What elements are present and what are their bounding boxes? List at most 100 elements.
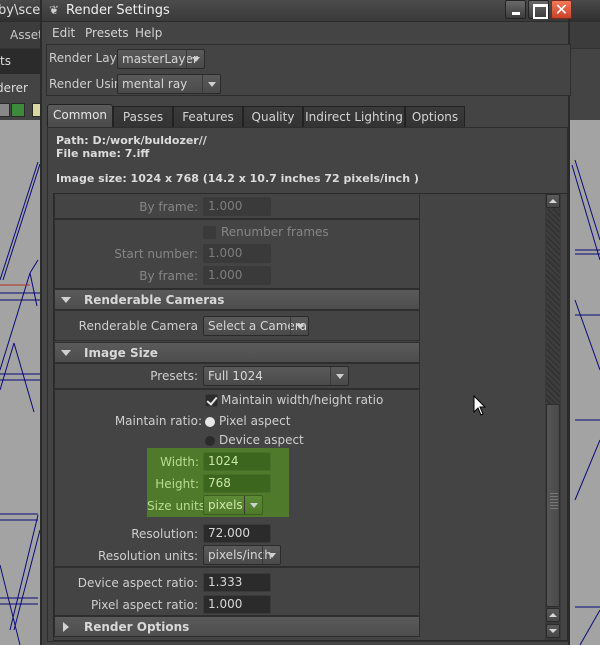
render-using-value: mental ray <box>122 77 188 91</box>
resolution-units-label: Resolution units: <box>97 549 198 563</box>
tab-label: Options <box>411 110 459 124</box>
image-size-info: Image size: 1024 x 768 (14.2 x 10.7 inch… <box>56 172 419 185</box>
chevron-down-icon <box>186 50 204 68</box>
menubar: Edit Presets Help <box>42 22 568 44</box>
renderable-cameras-header[interactable]: Renderable Cameras <box>54 289 420 310</box>
height-value: 768 <box>208 476 231 490</box>
tab-options[interactable]: Options <box>405 106 465 127</box>
background-panel-label: ts <box>0 49 40 75</box>
presets-row: Presets: Full 1024 <box>54 363 420 389</box>
image-size-section: Maintain width/height ratio Maintain rat… <box>54 389 420 567</box>
close-icon: ✕ <box>554 0 569 19</box>
expand-icon <box>63 622 69 632</box>
maintain-ratio-check-label: Maintain width/height ratio <box>221 393 384 407</box>
tab-quality[interactable]: Quality <box>243 106 303 127</box>
shape-icon[interactable] <box>11 103 25 117</box>
by-frame-2-value: 1.000 <box>208 268 243 282</box>
scroll-track[interactable] <box>546 209 560 404</box>
tab-label: Common <box>52 108 108 122</box>
resolution-label: Resolution: <box>131 527 198 541</box>
file-name-info: File name: 7.iff <box>56 147 150 160</box>
background-renderer-label: derer <box>0 81 28 95</box>
section-title: Image Size <box>84 346 158 360</box>
tab-label: Quality <box>251 110 295 124</box>
renderable-camera-dropdown[interactable]: Select a Camera <box>203 316 309 336</box>
grip-icon <box>550 493 558 511</box>
tab-label: Passes <box>122 110 164 124</box>
chevron-down-icon <box>244 496 262 514</box>
renumber-section: Renumber frames Start number: 1.000 By f… <box>54 219 420 289</box>
size-units-dropdown[interactable]: pixels <box>203 495 263 515</box>
tab-indirect-lighting[interactable]: Indirect Lighting <box>303 106 405 127</box>
pixel-aspect-radio[interactable] <box>205 417 215 427</box>
chevron-down-icon <box>262 546 280 564</box>
scroll-thumb[interactable] <box>546 404 560 607</box>
minimize-button[interactable] <box>505 0 526 19</box>
render-settings-dialog: ❦ Render Settings ✕ Edit Presets Help Re… <box>40 0 572 645</box>
menu-presets[interactable]: Presets <box>85 26 129 40</box>
resolution-units-dropdown[interactable]: pixels/inch <box>203 545 281 565</box>
scroll-up-button[interactable] <box>546 194 560 208</box>
mouse-cursor-icon <box>473 395 487 416</box>
device-aspect-label: Device aspect <box>219 433 304 447</box>
pixel-aspect-label: Pixel aspect <box>219 414 291 428</box>
device-aspect-ratio-label: Device aspect ratio: <box>77 576 198 590</box>
menu-help[interactable]: Help <box>135 26 162 40</box>
scroll-up-button-bottom[interactable] <box>546 608 560 622</box>
tab-common[interactable]: Common <box>47 104 113 128</box>
render-using-dropdown[interactable]: mental ray <box>117 74 221 94</box>
menu-edit[interactable]: Edit <box>52 26 75 40</box>
presets-value: Full 1024 <box>208 369 263 383</box>
tab-passes[interactable]: Passes <box>113 106 173 127</box>
renumber-frames-label: Renumber frames <box>221 225 329 239</box>
aspect-ratio-section: Device aspect ratio: 1.333 Pixel aspect … <box>54 567 420 616</box>
common-tab-content: Path: D:/work/buldozer// File name: 7.if… <box>47 127 568 642</box>
by-frame-value: 1.000 <box>208 199 243 213</box>
presets-label: Presets: <box>150 369 198 383</box>
pixel-aspect-ratio-label: Pixel aspect ratio: <box>90 598 198 612</box>
presets-dropdown[interactable]: Full 1024 <box>203 366 349 386</box>
width-value: 1024 <box>208 454 239 468</box>
resolution-value: 72.000 <box>208 526 250 540</box>
device-aspect-radio[interactable] <box>205 436 215 446</box>
screen: by\scen Assets ts derer <box>0 0 600 645</box>
start-number-field[interactable]: 1.000 <box>203 244 271 263</box>
renderable-cameras-section: Renderable Camera Select a Camera <box>54 310 420 341</box>
renumber-frames-checkbox[interactable] <box>203 226 216 239</box>
collapse-icon <box>61 297 71 303</box>
start-number-label: Start number: <box>114 247 198 261</box>
section-title: Renderable Cameras <box>84 293 225 307</box>
width-field[interactable]: 1024 <box>203 452 271 471</box>
image-size-header[interactable]: Image Size <box>54 342 420 363</box>
height-field[interactable]: 768 <box>203 474 271 493</box>
maximize-button[interactable] <box>528 0 549 19</box>
title-bar[interactable]: ❦ Render Settings ✕ <box>42 0 572 22</box>
close-button[interactable]: ✕ <box>551 0 572 19</box>
size-units-label: Size units: <box>147 499 209 513</box>
tab-label: Features <box>182 110 234 124</box>
highlighted-size-group: Width: 1024 Height: 768 Size units: pixe… <box>147 448 289 517</box>
render-options-header[interactable]: Render Options <box>54 616 420 637</box>
device-aspect-ratio-field[interactable]: 1.333 <box>203 573 271 592</box>
render-layer-dropdown[interactable]: masterLayer <box>117 49 205 69</box>
by-frame-field[interactable]: 1.000 <box>203 197 271 216</box>
renderable-camera-label: Renderable Camera <box>78 319 198 333</box>
start-number-value: 1.000 <box>208 246 243 260</box>
chevron-down-icon <box>290 317 308 335</box>
settings-scroll-area: By frame: 1.000 Renumber frames Start nu… <box>53 193 568 641</box>
vertical-scrollbar[interactable] <box>545 194 561 640</box>
frame-range-section: By frame: 1.000 <box>54 194 420 219</box>
tab-features[interactable]: Features <box>173 106 243 127</box>
by-frame-2-label: By frame: <box>139 269 198 283</box>
device-aspect-ratio-value: 1.333 <box>208 575 243 589</box>
by-frame-label: By frame: <box>139 200 198 214</box>
pixel-aspect-ratio-field[interactable]: 1.000 <box>203 595 271 614</box>
maintain-ratio-label: Maintain ratio: <box>114 414 202 428</box>
maintain-ratio-checkbox[interactable] <box>205 394 218 407</box>
height-label: Height: <box>155 477 199 491</box>
resolution-field[interactable]: 72.000 <box>203 524 271 543</box>
scroll-down-button[interactable] <box>546 624 560 638</box>
by-frame-2-field[interactable]: 1.000 <box>203 266 271 285</box>
grid-icon[interactable] <box>0 103 10 117</box>
window-title: Render Settings <box>66 3 170 18</box>
